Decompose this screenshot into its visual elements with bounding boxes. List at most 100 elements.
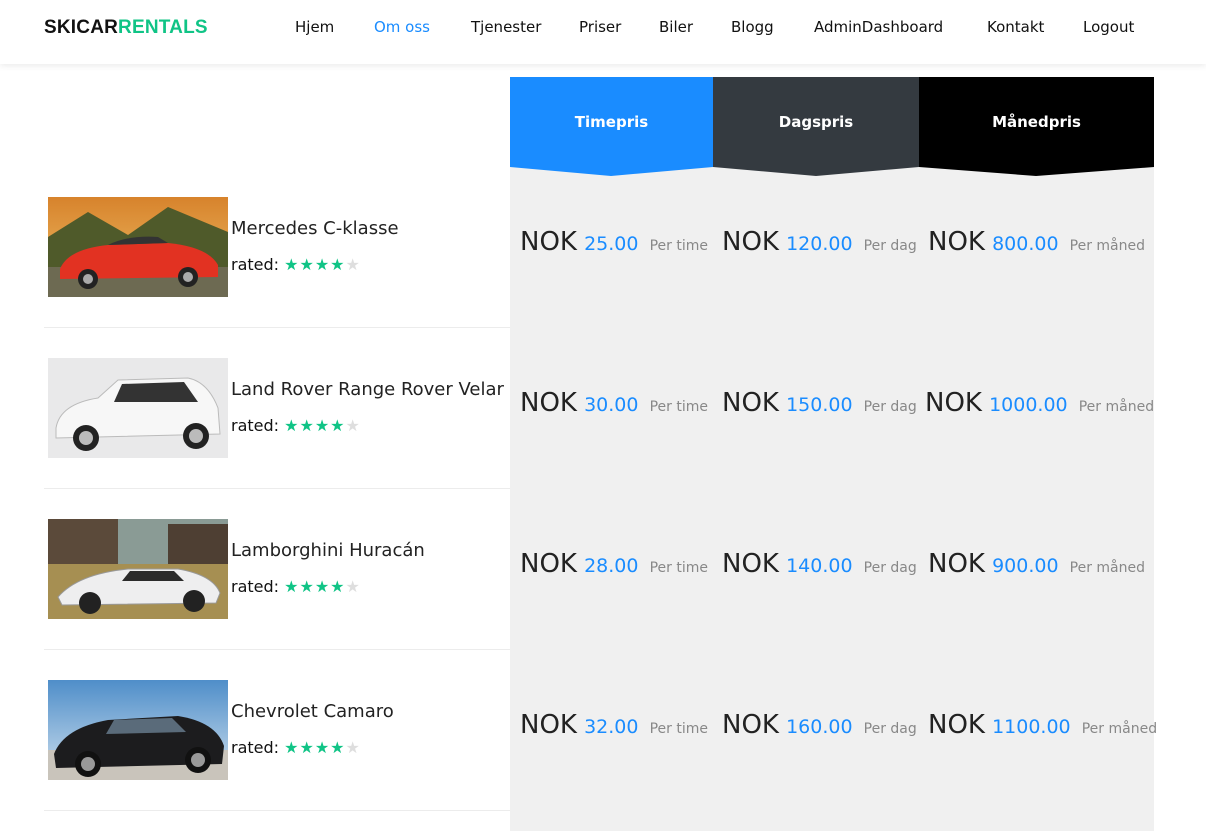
- car-image-camaro[interactable]: [48, 680, 228, 780]
- nav-link-tjenester[interactable]: Tjenester: [471, 18, 541, 36]
- price-month: NOK 1000.00 Per måned: [925, 388, 1154, 418]
- tab-dagspris-notch: [713, 167, 919, 176]
- car-row: Chevrolet Camaro rated: ★★★★★: [44, 650, 510, 811]
- price-amount: 160.00: [786, 716, 853, 738]
- price-unit: Per time: [649, 560, 708, 576]
- star-icon: ★: [284, 738, 300, 757]
- price-day: NOK 160.00 Per dag: [722, 710, 917, 740]
- price-day: NOK 150.00 Per dag: [722, 388, 917, 418]
- price-currency: NOK: [722, 549, 779, 579]
- price-amount: 1100.00: [992, 716, 1071, 738]
- star-icon: ★: [284, 577, 300, 596]
- tab-timepris[interactable]: Timepris: [510, 77, 713, 176]
- rated-label: rated:: [231, 416, 280, 435]
- star-empty-icon: ★: [345, 255, 361, 274]
- star-icon: ★: [299, 416, 315, 435]
- star-empty-icon: ★: [345, 738, 361, 757]
- nav-link-kontakt[interactable]: Kontakt: [987, 18, 1044, 36]
- star-icon: ★: [314, 577, 331, 596]
- pricing-tabs: Timepris Dagspris Månedpris: [510, 77, 1154, 177]
- star-icon: ★: [314, 255, 331, 274]
- star-icon: ★: [314, 738, 331, 757]
- price-hour: NOK 30.00 Per time: [520, 388, 708, 418]
- nav-link-blogg[interactable]: Blogg: [731, 18, 774, 36]
- price-amount: 25.00: [584, 233, 639, 255]
- price-amount: 30.00: [584, 394, 639, 416]
- price-day: NOK 120.00 Per dag: [722, 227, 917, 257]
- price-amount: 140.00: [786, 555, 853, 577]
- nav-link-biler[interactable]: Biler: [659, 18, 693, 36]
- price-amount: 28.00: [584, 555, 639, 577]
- price-unit: Per dag: [863, 238, 917, 254]
- car-rating: rated: ★★★★★: [231, 416, 361, 435]
- price-currency: NOK: [520, 549, 577, 579]
- price-amount: 32.00: [584, 716, 639, 738]
- car-name[interactable]: Land Rover Range Rover Velar: [231, 379, 504, 400]
- price-day: NOK 140.00 Per dag: [722, 549, 917, 579]
- rating-stars: ★★★★★: [284, 416, 361, 435]
- tab-manedpris[interactable]: Månedpris: [919, 77, 1154, 176]
- price-amount: 150.00: [786, 394, 853, 416]
- price-unit: Per dag: [863, 721, 917, 737]
- nav-link-priser[interactable]: Priser: [579, 18, 621, 36]
- nav-link-logout[interactable]: Logout: [1083, 18, 1134, 36]
- rated-label: rated:: [231, 738, 280, 757]
- tab-timepris-notch: [510, 167, 713, 176]
- car-image-lamborghini[interactable]: [48, 519, 228, 619]
- car-name[interactable]: Lamborghini Huracán: [231, 540, 425, 561]
- rated-label: rated:: [231, 577, 280, 596]
- price-amount: 120.00: [786, 233, 853, 255]
- star-icon: ★: [330, 255, 346, 274]
- price-unit: Per dag: [863, 399, 917, 415]
- star-icon: ★: [299, 577, 315, 596]
- car-image-mercedes[interactable]: [48, 197, 228, 297]
- star-icon: ★: [314, 416, 331, 435]
- price-currency: NOK: [520, 388, 577, 418]
- price-month: NOK 1100.00 Per måned: [928, 710, 1157, 740]
- tab-dagspris[interactable]: Dagspris: [713, 77, 919, 176]
- tab-timepris-label: Timepris: [574, 113, 649, 131]
- price-unit: Per måned: [1078, 399, 1155, 415]
- car-name[interactable]: Mercedes C-klasse: [231, 218, 399, 239]
- car-rating: rated: ★★★★★: [231, 577, 361, 596]
- rating-stars: ★★★★★: [284, 255, 361, 274]
- price-currency: NOK: [928, 549, 985, 579]
- price-currency: NOK: [928, 227, 985, 257]
- star-icon: ★: [299, 738, 315, 757]
- car-rating: rated: ★★★★★: [231, 255, 361, 274]
- car-row: Mercedes C-klasse rated: ★★★★★: [44, 167, 510, 328]
- rating-stars: ★★★★★: [284, 738, 361, 757]
- car-rating: rated: ★★★★★: [231, 738, 361, 757]
- star-icon: ★: [284, 416, 300, 435]
- car-image-range-rover[interactable]: [48, 358, 228, 458]
- price-unit: Per dag: [863, 560, 917, 576]
- price-currency: NOK: [928, 710, 985, 740]
- nav-link-hjem[interactable]: Hjem: [295, 18, 334, 36]
- price-currency: NOK: [925, 388, 982, 418]
- price-currency: NOK: [722, 388, 779, 418]
- car-name[interactable]: Chevrolet Camaro: [231, 701, 394, 722]
- price-month: NOK 900.00 Per måned: [928, 549, 1145, 579]
- tab-manedpris-notch: [919, 167, 1154, 176]
- price-unit: Per time: [649, 238, 708, 254]
- price-currency: NOK: [722, 227, 779, 257]
- nav-link-admindashboard[interactable]: AdminDashboard: [814, 18, 943, 36]
- price-currency: NOK: [520, 710, 577, 740]
- tab-dagspris-label: Dagspris: [778, 113, 854, 131]
- star-icon: ★: [284, 255, 300, 274]
- price-hour: NOK 25.00 Per time: [520, 227, 708, 257]
- price-unit: Per måned: [1081, 721, 1158, 737]
- price-amount: 900.00: [992, 555, 1059, 577]
- rated-label: rated:: [231, 255, 280, 274]
- star-icon: ★: [330, 577, 346, 596]
- price-unit: Per måned: [1069, 238, 1145, 254]
- star-empty-icon: ★: [345, 577, 361, 596]
- price-amount: 1000.00: [989, 394, 1068, 416]
- top-navbar: SKICARRENTALS Hjem Om oss Tjenester Pris…: [0, 0, 1206, 64]
- price-unit: Per måned: [1069, 560, 1145, 576]
- nav-link-om-oss[interactable]: Om oss: [374, 18, 430, 36]
- car-row: Land Rover Range Rover Velar rated: ★★★★…: [44, 328, 510, 489]
- main-nav: Hjem Om oss Tjenester Priser Biler Blogg…: [0, 18, 1206, 38]
- car-row: Lamborghini Huracán rated: ★★★★★: [44, 489, 510, 650]
- tab-manedpris-label: Månedpris: [992, 113, 1081, 131]
